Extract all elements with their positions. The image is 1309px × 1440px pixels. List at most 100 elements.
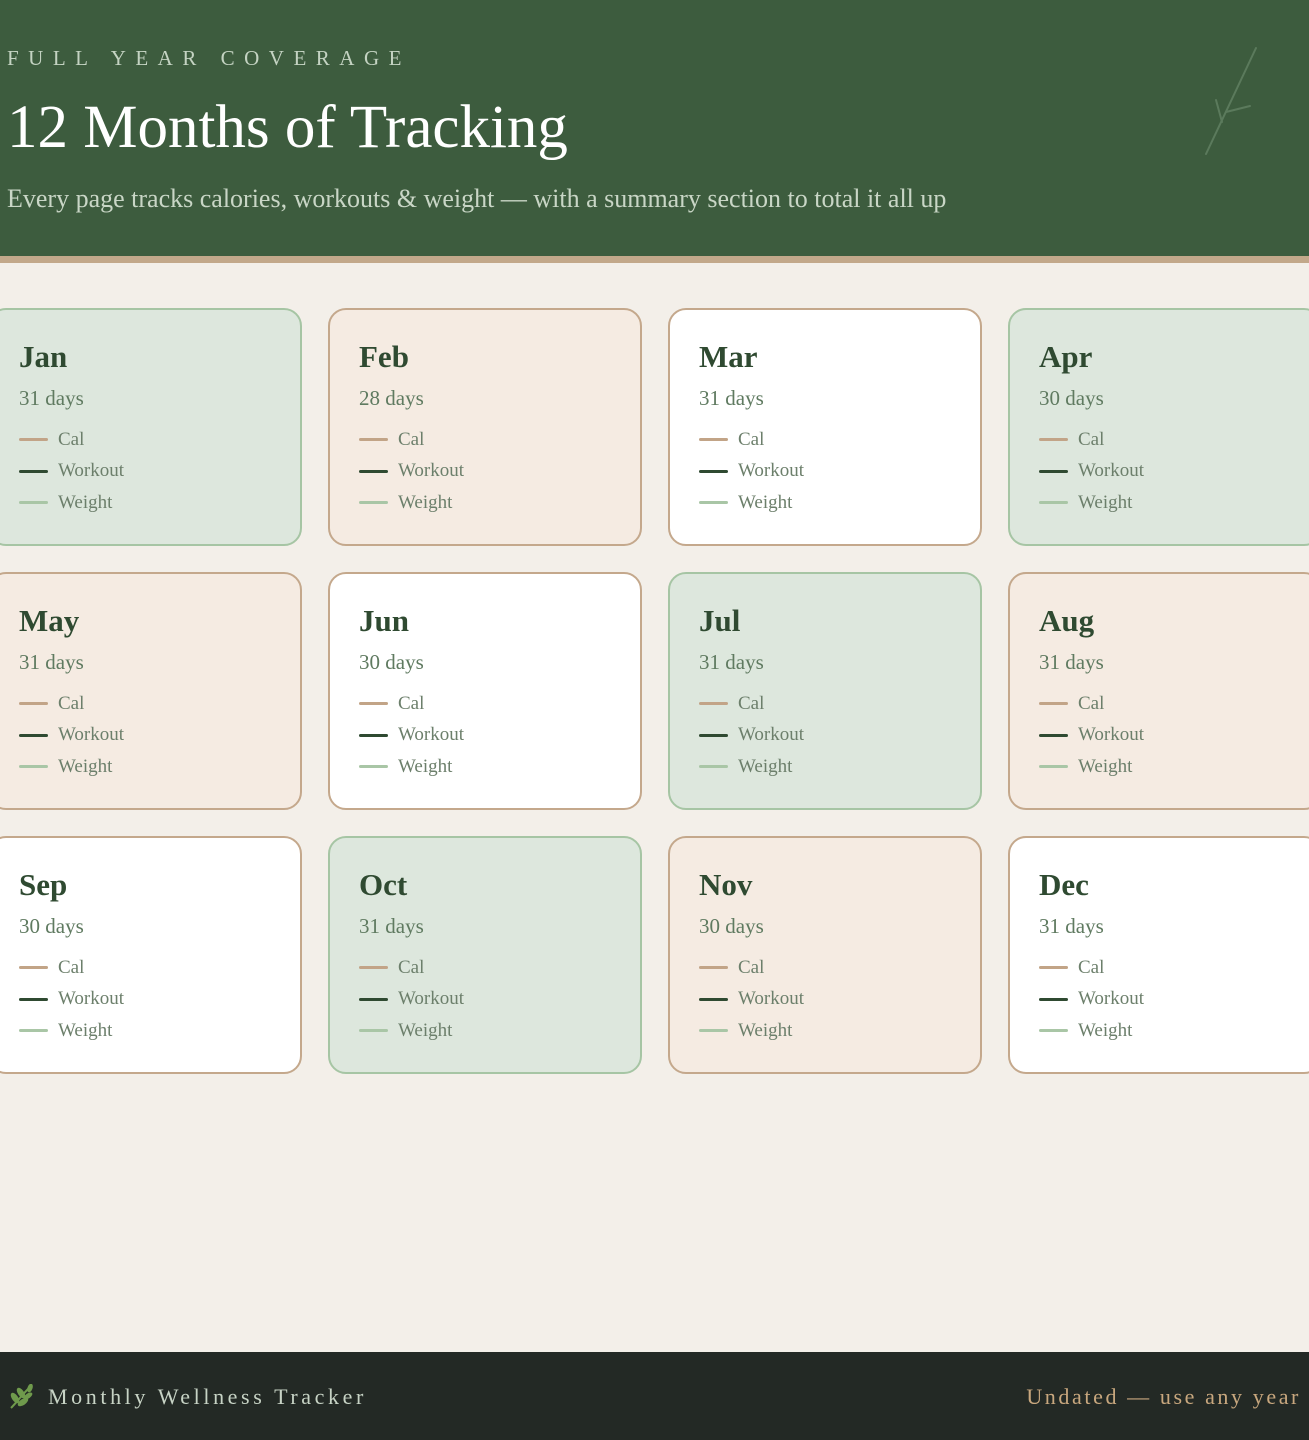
legend-item-cal: Cal — [1039, 952, 1309, 984]
legend-item-workout: Workout — [1039, 456, 1309, 488]
legend-item-cal: Cal — [359, 952, 640, 984]
month-card-aug: Aug 31 days Cal Workout Weight — [1008, 572, 1309, 810]
legend-item-cal: Cal — [359, 688, 640, 720]
legend-item-workout: Workout — [1039, 720, 1309, 752]
legend-item-weight: Weight — [1039, 751, 1309, 783]
legend-swatch-cal — [19, 438, 48, 442]
month-days: 31 days — [359, 914, 424, 938]
legend-item-workout: Workout — [19, 720, 300, 752]
month-name: Feb — [359, 339, 409, 374]
legend-swatch-weight — [699, 765, 728, 769]
metric-legend: Cal Workout Weight — [19, 424, 300, 519]
legend-swatch-workout — [359, 469, 388, 473]
metric-legend: Cal Workout Weight — [1039, 688, 1309, 783]
legend-label-weight: Weight — [1078, 755, 1133, 777]
legend-swatch-workout — [19, 997, 48, 1001]
legend-item-weight: Weight — [19, 487, 300, 519]
legend-swatch-weight — [1039, 1029, 1068, 1033]
legend-swatch-weight — [19, 1029, 48, 1033]
month-card-apr: Apr 30 days Cal Workout Weight — [1008, 308, 1309, 546]
footer-brand: Monthly Wellness Tracker — [48, 1384, 367, 1409]
legend-item-weight: Weight — [699, 751, 980, 783]
legend-label-cal: Cal — [58, 428, 85, 450]
legend-label-workout: Workout — [738, 724, 805, 746]
metric-legend: Cal Workout Weight — [1039, 424, 1309, 519]
month-card-sep: Sep 30 days Cal Workout Weight — [0, 836, 302, 1074]
month-days: 30 days — [1039, 386, 1104, 410]
legend-item-weight: Weight — [359, 1015, 640, 1047]
legend-label-cal: Cal — [58, 692, 85, 714]
legend-swatch-cal — [359, 966, 388, 970]
month-days: 31 days — [1039, 914, 1104, 938]
legend-swatch-workout — [1039, 997, 1068, 1001]
legend-item-workout: Workout — [699, 720, 980, 752]
legend-swatch-weight — [359, 1029, 388, 1033]
legend-item-workout: Workout — [699, 984, 980, 1016]
month-name: Mar — [699, 339, 758, 374]
legend-item-weight: Weight — [1039, 487, 1309, 519]
legend-label-weight: Weight — [58, 1019, 113, 1041]
legend-item-weight: Weight — [19, 751, 300, 783]
legend-swatch-weight — [699, 1029, 728, 1033]
legend-label-weight: Weight — [398, 1019, 453, 1041]
legend-item-cal: Cal — [699, 952, 980, 984]
metric-legend: Cal Workout Weight — [19, 952, 300, 1047]
month-name: Jun — [359, 603, 409, 638]
legend-swatch-workout — [359, 997, 388, 1001]
month-days: 30 days — [699, 914, 764, 938]
legend-label-cal: Cal — [738, 428, 765, 450]
legend-swatch-weight — [359, 765, 388, 769]
legend-swatch-weight — [699, 501, 728, 505]
month-days: 31 days — [1039, 650, 1104, 674]
month-name: Oct — [359, 867, 408, 902]
legend-label-workout: Workout — [1078, 460, 1145, 482]
legend-swatch-cal — [19, 966, 48, 970]
legend-swatch-workout — [699, 469, 728, 473]
legend-item-cal: Cal — [1039, 424, 1309, 456]
month-card-dec: Dec 31 days Cal Workout Weight — [1008, 836, 1309, 1074]
month-card-jun: Jun 30 days Cal Workout Weight — [328, 572, 642, 810]
month-name: Apr — [1039, 339, 1093, 374]
legend-swatch-cal — [699, 966, 728, 970]
legend-swatch-workout — [19, 733, 48, 737]
metric-legend: Cal Workout Weight — [359, 424, 640, 519]
legend-label-workout: Workout — [58, 988, 125, 1010]
legend-label-cal: Cal — [738, 692, 765, 714]
legend-swatch-workout — [699, 997, 728, 1001]
metric-legend: Cal Workout Weight — [359, 952, 640, 1047]
legend-item-cal: Cal — [699, 688, 980, 720]
legend-item-cal: Cal — [19, 952, 300, 984]
month-days: 31 days — [19, 386, 84, 410]
metric-legend: Cal Workout Weight — [19, 688, 300, 783]
header-divider — [0, 256, 1309, 263]
metric-legend: Cal Workout Weight — [1039, 952, 1309, 1047]
legend-item-cal: Cal — [359, 424, 640, 456]
legend-label-weight: Weight — [398, 491, 453, 513]
legend-label-workout: Workout — [738, 460, 805, 482]
legend-item-workout: Workout — [359, 456, 640, 488]
legend-label-weight: Weight — [1078, 491, 1133, 513]
legend-swatch-cal — [1039, 702, 1068, 706]
legend-item-weight: Weight — [19, 1015, 300, 1047]
footer-note: Undated — use any year — [1026, 1384, 1301, 1409]
legend-label-weight: Weight — [738, 491, 793, 513]
legend-swatch-cal — [359, 438, 388, 442]
month-card-nov: Nov 30 days Cal Workout Weight — [668, 836, 982, 1074]
legend-swatch-cal — [1039, 966, 1068, 970]
legend-label-cal: Cal — [398, 956, 425, 978]
legend-swatch-cal — [699, 438, 728, 442]
legend-item-weight: Weight — [359, 487, 640, 519]
month-name: Nov — [699, 867, 753, 902]
legend-label-workout: Workout — [1078, 724, 1145, 746]
legend-item-weight: Weight — [1039, 1015, 1309, 1047]
legend-item-workout: Workout — [19, 456, 300, 488]
legend-label-weight: Weight — [58, 491, 113, 513]
legend-label-workout: Workout — [398, 988, 465, 1010]
page-subtitle: Every page tracks calories, workouts & w… — [7, 184, 947, 213]
month-card-may: May 31 days Cal Workout Weight — [0, 572, 302, 810]
legend-label-cal: Cal — [1078, 956, 1105, 978]
legend-label-weight: Weight — [58, 755, 113, 777]
legend-swatch-workout — [1039, 733, 1068, 737]
month-days: 31 days — [19, 650, 84, 674]
month-days: 30 days — [19, 914, 84, 938]
